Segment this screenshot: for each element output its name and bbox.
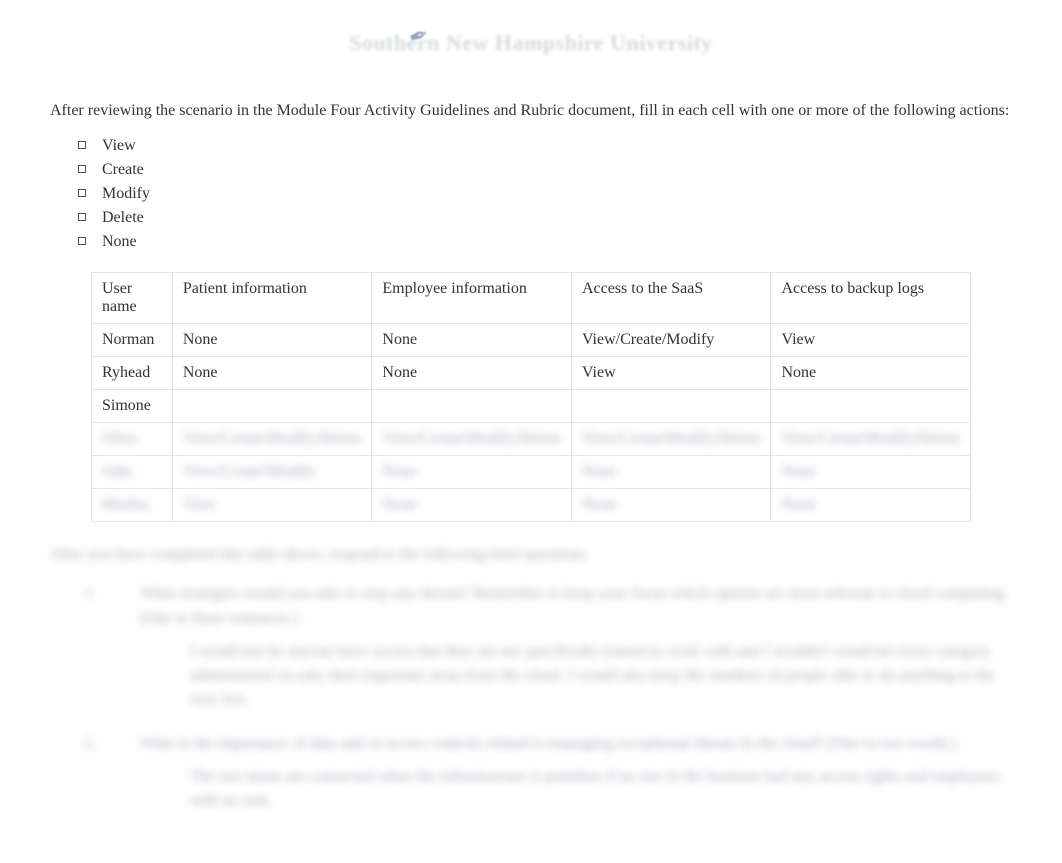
answer-text: I would not let anyone have access that …	[190, 640, 1012, 712]
answer-text: The two items are connected when the inf…	[190, 765, 1012, 813]
table-cell: None	[771, 357, 971, 390]
table-cell: None	[372, 324, 572, 357]
table-cell: Olive	[92, 423, 173, 456]
table-cell: None	[172, 324, 372, 357]
table-cell	[172, 390, 372, 423]
col-patient-info: Patient information	[172, 273, 372, 324]
permissions-table: User name Patient information Employee i…	[91, 272, 971, 522]
col-employee-info: Employee information	[372, 273, 572, 324]
table-cell: View/Create/Modify/Delete	[771, 423, 971, 456]
table-cell: View/Create/Modify/Delete	[372, 423, 572, 456]
org-name: Southern New Hampshire University	[349, 30, 713, 55]
action-item: None	[78, 230, 1012, 254]
questions-list: What strategies would you take to stop a…	[50, 582, 1012, 812]
table-cell: View/Create/Modify	[571, 324, 771, 357]
question-text: What is the importance of data and or ac…	[140, 735, 957, 752]
intro-text: After reviewing the scenario in the Modu…	[50, 100, 1012, 122]
table-cell: None	[771, 489, 971, 522]
action-item: Create	[78, 158, 1012, 182]
table-row: OliveView/Create/Modify/DeleteView/Creat…	[92, 423, 971, 456]
table-cell	[571, 390, 771, 423]
table-cell: None	[571, 456, 771, 489]
table-cell	[372, 390, 572, 423]
question-item: What strategies would you take to stop a…	[100, 582, 1012, 712]
table-cell: View/Create/Modify	[172, 456, 372, 489]
table-cell: View	[172, 489, 372, 522]
table-cell: None	[372, 456, 572, 489]
table-cell: Simone	[92, 390, 173, 423]
table-row: NormanNoneNoneView/Create/ModifyView	[92, 324, 971, 357]
table-cell: None	[372, 489, 572, 522]
col-user-name: User name	[92, 273, 173, 324]
table-cell: View	[571, 357, 771, 390]
table-cell: None	[771, 456, 971, 489]
header-logo: ✒ Southern New Hampshire University	[50, 30, 1012, 80]
table-row: MarthaViewNoneNoneNone	[92, 489, 971, 522]
question-item: What is the importance of data and or ac…	[100, 732, 1012, 813]
table-row: JohnView/Create/ModifyNoneNoneNone	[92, 456, 971, 489]
table-cell: View/Create/Modify/Delete	[571, 423, 771, 456]
col-backup-logs: Access to backup logs	[771, 273, 971, 324]
table-cell: View	[771, 324, 971, 357]
table-row: Simone	[92, 390, 971, 423]
actions-list: View Create Modify Delete None	[78, 134, 1012, 254]
table-cell: Norman	[92, 324, 173, 357]
table-cell: None	[372, 357, 572, 390]
table-row: RyheadNoneNoneViewNone	[92, 357, 971, 390]
question-text: What strategies would you take to stop a…	[140, 585, 1007, 627]
table-cell: Ryhead	[92, 357, 173, 390]
col-saas-access: Access to the SaaS	[571, 273, 771, 324]
table-cell: View/Create/Modify/Delete	[172, 423, 372, 456]
action-item: Modify	[78, 182, 1012, 206]
table-cell: Martha	[92, 489, 173, 522]
table-cell: John	[92, 456, 173, 489]
table-cell	[771, 390, 971, 423]
action-item: View	[78, 134, 1012, 158]
table-header-row: User name Patient information Employee i…	[92, 273, 971, 324]
table-cell: None	[571, 489, 771, 522]
table-cell: None	[172, 357, 372, 390]
action-item: Delete	[78, 206, 1012, 230]
followup-intro: After you have completed this table abov…	[50, 546, 1012, 564]
